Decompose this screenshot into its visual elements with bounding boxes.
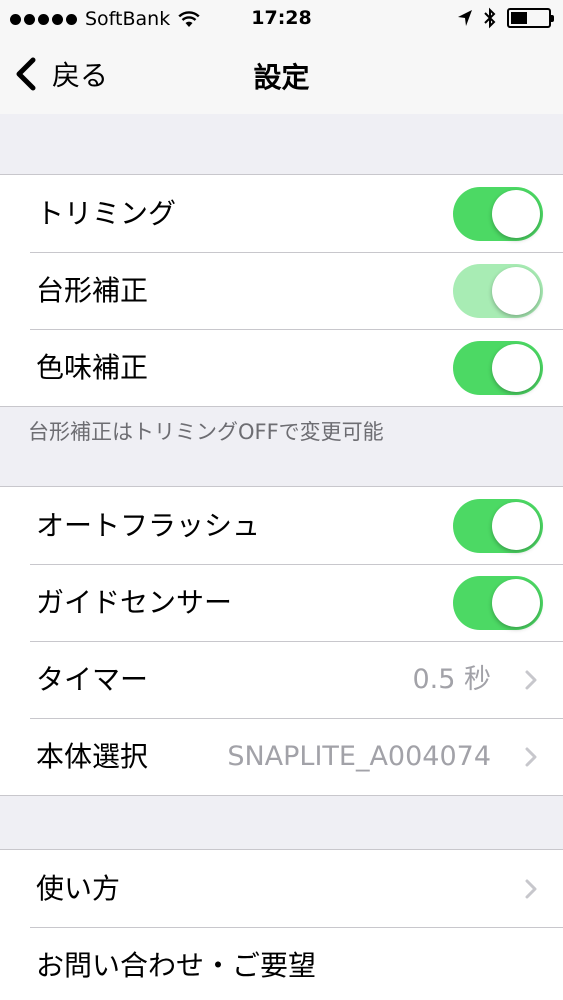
battery-icon xyxy=(507,8,554,28)
trimming-row: トリミング xyxy=(0,175,563,252)
disclosure-chevron-icon xyxy=(525,747,537,767)
status-bar: SoftBank 17:28 xyxy=(0,0,563,40)
help-group: 使い方 お問い合わせ・ご要望 xyxy=(0,849,563,1000)
howto-label: 使い方 xyxy=(36,872,121,905)
device-name-value: SNAPLITE_A004074 xyxy=(227,741,491,772)
timer-label: タイマー xyxy=(36,663,149,696)
howto-row[interactable]: 使い方 xyxy=(0,850,563,927)
trimming-label: トリミング xyxy=(36,197,177,230)
device-select-row[interactable]: 本体選択 SNAPLITE_A004074 xyxy=(0,718,563,795)
color-correction-row: 色味補正 xyxy=(0,329,563,406)
color-correction-toggle[interactable] xyxy=(453,341,543,395)
contact-row[interactable]: お問い合わせ・ご要望 xyxy=(0,927,563,1000)
trimming-toggle[interactable] xyxy=(453,187,543,241)
timer-row[interactable]: タイマー 0.5 秒 xyxy=(0,641,563,718)
autoflash-toggle[interactable] xyxy=(453,499,543,553)
color-correction-label: 色味補正 xyxy=(36,351,149,384)
location-arrow-icon xyxy=(458,10,472,26)
group-footer-note: 台形補正はトリミングOFFで変更可能 xyxy=(28,420,384,444)
autoflash-label: オートフラッシュ xyxy=(36,509,261,542)
guide-sensor-label: ガイドセンサー xyxy=(36,586,233,619)
keystone-row: 台形補正 xyxy=(0,252,563,329)
autoflash-row: オートフラッシュ xyxy=(0,487,563,564)
disclosure-chevron-icon xyxy=(525,670,537,690)
timer-value: 0.5 秒 xyxy=(412,664,491,695)
guide-sensor-row: ガイドセンサー xyxy=(0,564,563,641)
camera-settings-group: オートフラッシュ ガイドセンサー タイマー 0.5 秒 本体選択 SNAPLIT… xyxy=(0,486,563,796)
contact-label: お問い合わせ・ご要望 xyxy=(36,949,317,982)
device-select-label: 本体選択 xyxy=(36,740,149,773)
bluetooth-icon xyxy=(484,7,496,29)
keystone-label: 台形補正 xyxy=(36,274,149,307)
page-title: 設定 xyxy=(253,61,310,94)
status-right xyxy=(457,7,554,29)
keystone-toggle[interactable] xyxy=(453,264,543,318)
navigation-bar: 戻る 設定 xyxy=(0,40,563,114)
image-correction-group: トリミング 台形補正 色味補正 xyxy=(0,174,563,407)
guide-sensor-toggle[interactable] xyxy=(453,576,543,630)
disclosure-chevron-icon xyxy=(525,879,537,899)
